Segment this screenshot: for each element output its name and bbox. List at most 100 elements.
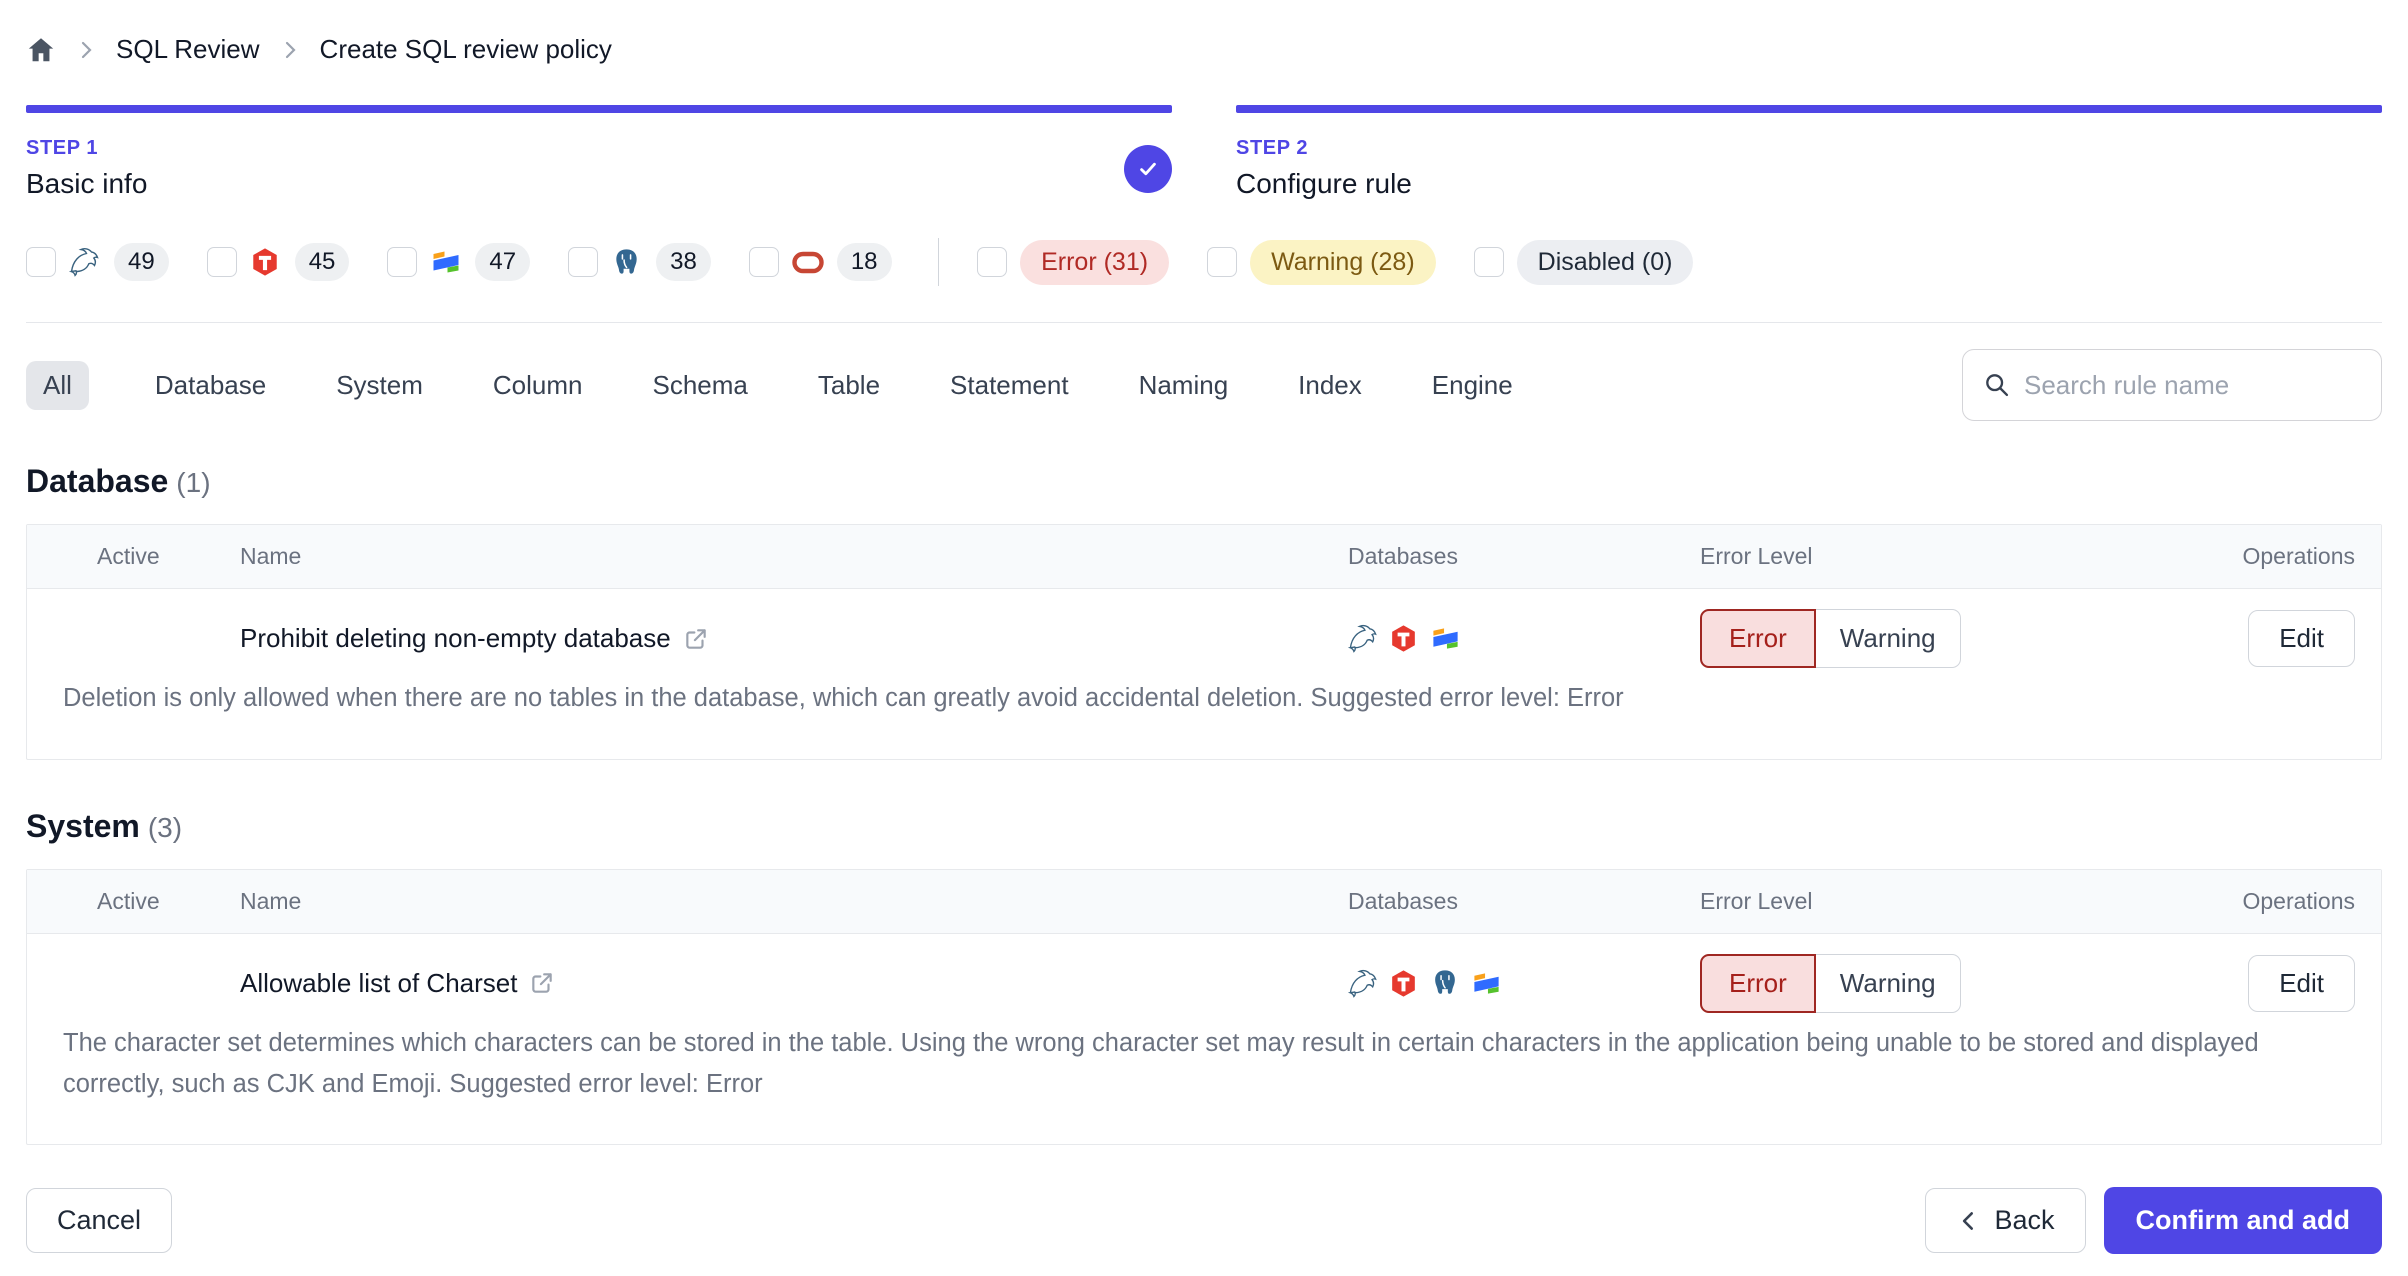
step-2-label: STEP 2 — [1236, 137, 1309, 159]
rule-description: Deletion is only allowed when there are … — [63, 684, 1624, 712]
oceanbase-filter-checkbox[interactable] — [387, 247, 418, 277]
disabled-filter-checkbox[interactable] — [1473, 247, 1504, 277]
stepper: STEP 1 Basic info STEP 2 Configure rule — [26, 105, 2382, 200]
tab-index[interactable]: Index — [1294, 361, 1366, 410]
table-header: Active Name Databases Error Level Operat… — [27, 525, 2381, 589]
back-button[interactable]: Back — [1925, 1188, 2086, 1253]
table-header: Active Name Databases Error Level Operat… — [27, 869, 2381, 934]
filters-divider — [26, 322, 2382, 323]
breadcrumb-sql-review[interactable]: SQL Review — [116, 34, 260, 65]
step-2-title: Configure rule — [1236, 168, 1412, 199]
edit-button[interactable]: Edit — [2248, 954, 2355, 1012]
col-databases: Databases — [1348, 887, 1458, 914]
warning-filter-pill[interactable]: Warning (28) — [1250, 239, 1436, 285]
home-icon[interactable] — [26, 35, 56, 65]
tab-system[interactable]: System — [332, 361, 427, 410]
error-filter-pill[interactable]: Error (31) — [1020, 239, 1170, 285]
oceanbase-icon — [1430, 623, 1461, 654]
step-1-completed-check-icon — [1124, 144, 1172, 193]
table-row: Prohibit deleting non-empty database Err… — [27, 589, 2381, 759]
tab-database[interactable]: Database — [151, 361, 270, 410]
chevron-left-icon — [1956, 1208, 1982, 1234]
disabled-filter-pill[interactable]: Disabled (0) — [1516, 239, 1694, 285]
create-sql-review-policy-page: SQL Review Create SQL review policy STEP… — [0, 0, 2408, 1276]
step-2: STEP 2 Configure rule — [1236, 105, 2382, 200]
rule-name-link[interactable]: Allowable list of Charset — [240, 968, 1348, 999]
section-database-count: (1) — [176, 467, 211, 498]
oracle-filter-checkbox[interactable] — [748, 247, 779, 277]
col-error-level: Error Level — [1700, 543, 1813, 569]
tab-engine[interactable]: Engine — [1428, 361, 1517, 410]
wizard-footer: Cancel Back Confirm and add — [26, 1187, 2382, 1254]
error-level-segmented: Error Warning — [1700, 609, 2115, 668]
rule-name: Allowable list of Charset — [240, 967, 518, 998]
tab-statement[interactable]: Statement — [946, 361, 1073, 410]
external-link-icon[interactable] — [683, 626, 709, 652]
filter-engine-postgresql: 38 — [568, 243, 711, 281]
col-operations: Operations — [2242, 543, 2355, 569]
step-1: STEP 1 Basic info — [26, 105, 1172, 200]
col-name: Name — [240, 887, 302, 914]
error-level-warning-button[interactable]: Warning — [1815, 609, 1961, 668]
col-databases: Databases — [1348, 543, 1458, 569]
tab-column[interactable]: Column — [489, 361, 587, 410]
database-rules-table: Active Name Databases Error Level Operat… — [26, 524, 2382, 760]
filter-level-error: Error (31) — [977, 239, 1170, 285]
rule-databases — [1348, 968, 1700, 999]
back-button-label: Back — [1994, 1205, 2055, 1235]
section-database-title: Database (1) — [26, 463, 2382, 500]
filter-divider — [937, 238, 940, 286]
mysql-icon — [1348, 968, 1379, 999]
tidb-filter-checkbox[interactable] — [206, 247, 237, 277]
mysql-filter-checkbox[interactable] — [26, 247, 56, 277]
edit-button[interactable]: Edit — [2248, 610, 2355, 667]
table-row: Allowable list of Charset Error Warning … — [27, 934, 2381, 1145]
error-filter-checkbox[interactable] — [977, 247, 1008, 277]
step-1-title: Basic info — [26, 168, 148, 199]
rule-databases — [1348, 623, 1700, 654]
rule-filters: 49 45 47 38 18 Error (31) Warning (28) D… — [26, 238, 2382, 286]
breadcrumb-current: Create SQL review policy — [319, 34, 612, 64]
col-name: Name — [240, 543, 302, 569]
error-level-error-button[interactable]: Error — [1700, 953, 1816, 1013]
filter-engine-mysql: 49 — [26, 243, 169, 281]
oracle-rule-count: 18 — [836, 243, 892, 281]
confirm-and-add-button[interactable]: Confirm and add — [2103, 1187, 2382, 1254]
tab-schema[interactable]: Schema — [649, 361, 752, 410]
filter-engine-tidb: 45 — [206, 243, 350, 281]
postgresql-icon — [1430, 968, 1461, 999]
oracle-icon — [792, 246, 824, 278]
warning-filter-checkbox[interactable] — [1207, 247, 1238, 277]
col-active: Active — [97, 543, 160, 569]
filter-engine-oceanbase: 47 — [387, 243, 531, 281]
tab-naming[interactable]: Naming — [1135, 361, 1233, 410]
step-1-progress-bar — [26, 105, 1172, 113]
tab-table[interactable]: Table — [814, 361, 884, 410]
postgresql-filter-checkbox[interactable] — [568, 247, 599, 277]
search-rule-box — [1962, 349, 2382, 421]
search-rule-input[interactable] — [2024, 369, 2361, 401]
tab-all[interactable]: All — [26, 360, 89, 410]
filter-level-disabled: Disabled (0) — [1473, 239, 1694, 285]
search-icon — [1983, 371, 2011, 399]
col-error-level: Error Level — [1700, 887, 1813, 914]
oceanbase-rule-count: 47 — [475, 243, 531, 281]
filter-engine-oracle: 18 — [748, 243, 892, 281]
col-active: Active — [97, 887, 160, 914]
rule-name: Prohibit deleting non-empty database — [240, 623, 671, 653]
rule-name-link[interactable]: Prohibit deleting non-empty database — [240, 623, 1348, 654]
section-database-label: Database — [26, 463, 169, 499]
mysql-icon — [69, 246, 101, 278]
postgresql-rule-count: 38 — [656, 243, 711, 281]
postgresql-icon — [611, 246, 643, 278]
section-system-title: System (3) — [26, 808, 2382, 845]
cancel-button[interactable]: Cancel — [26, 1188, 173, 1253]
error-level-warning-button[interactable]: Warning — [1815, 953, 1961, 1013]
error-level-error-button[interactable]: Error — [1700, 609, 1816, 668]
error-level-segmented: Error Warning — [1700, 953, 2115, 1013]
external-link-icon[interactable] — [529, 970, 555, 996]
mysql-icon — [1348, 623, 1379, 654]
tidb-rule-count: 45 — [294, 243, 350, 281]
system-rules-table: Active Name Databases Error Level Operat… — [26, 868, 2382, 1146]
tidb-icon — [1389, 623, 1420, 654]
